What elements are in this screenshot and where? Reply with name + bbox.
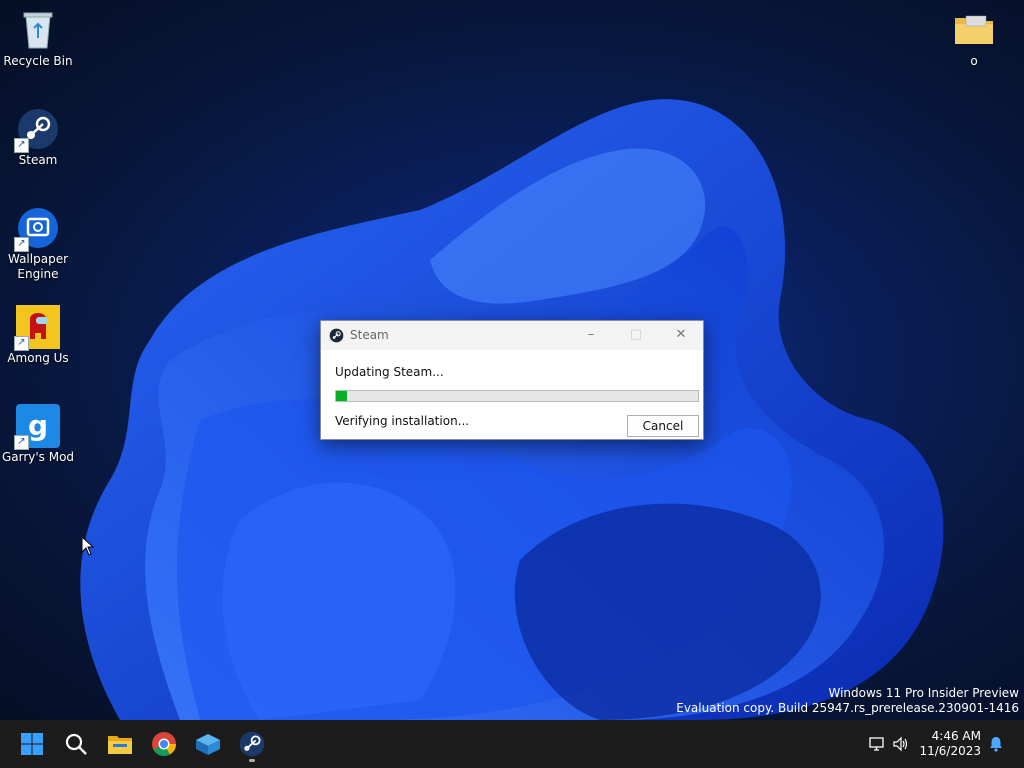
progress-bar — [335, 390, 699, 402]
desktop-icon-label: Recycle Bin — [3, 54, 73, 68]
desktop-icon-recycle-bin[interactable]: Recycle Bin — [0, 8, 76, 69]
steam-icon — [329, 328, 344, 347]
desktop-icon-label: Wallpaper Engine — [7, 252, 69, 281]
clock-time: 4:46 AM — [931, 729, 981, 743]
status-text: Updating Steam... — [335, 365, 444, 379]
minimize-button[interactable]: – — [568, 321, 614, 350]
file-explorer-button[interactable] — [104, 728, 136, 760]
search-button[interactable] — [60, 728, 92, 760]
desktop: Recycle Bin ↗ Steam ↗ Wallpaper Engine ↗… — [0, 0, 1024, 720]
detail-text: Verifying installation... — [335, 414, 470, 428]
desktop-icon-label: Garry's Mod — [1, 450, 75, 464]
progress-fill — [336, 391, 347, 401]
dialog-title: Steam — [350, 328, 389, 342]
virtualbox-icon — [196, 734, 220, 755]
mouse-cursor-icon — [81, 536, 95, 556]
steam-icon — [239, 731, 265, 757]
wallpaper-engine-icon: ↗ — [14, 206, 60, 252]
desktop-icon-steam[interactable]: ↗ Steam — [0, 107, 76, 168]
notification-bell-icon[interactable] — [987, 735, 1005, 757]
desktop-icon-among-us[interactable]: ↗ Among Us — [0, 305, 76, 366]
svg-text:g: g — [28, 409, 48, 442]
virtualbox-button[interactable] — [192, 728, 224, 760]
windows-watermark: Windows 11 Pro Insider Preview Evaluatio… — [676, 686, 1019, 716]
shortcut-arrow-icon: ↗ — [14, 435, 29, 450]
desktop-icon-folder-o[interactable]: o — [936, 8, 1012, 69]
start-icon — [21, 733, 43, 755]
maximize-button: □ — [629, 327, 643, 342]
desktop-icon-label: o — [970, 54, 978, 68]
running-indicator — [249, 759, 255, 762]
cancel-button[interactable]: Cancel — [627, 415, 699, 437]
shortcut-arrow-icon: ↗ — [14, 237, 29, 252]
desktop-icon-label: Among Us — [7, 351, 69, 365]
desktop-icon-garrys-mod[interactable]: g ↗ Garry's Mod — [0, 404, 76, 465]
network-icon[interactable] — [868, 735, 886, 757]
among-us-icon: ↗ — [14, 305, 60, 351]
start-button[interactable] — [16, 728, 48, 760]
search-icon — [65, 733, 87, 755]
volume-icon[interactable] — [892, 735, 910, 757]
taskbar: 4:46 AM 11/6/2023 — [0, 720, 1024, 768]
steam-icon: ↗ — [14, 107, 60, 153]
garrys-mod-icon: g ↗ — [14, 404, 60, 450]
watermark-line1: Windows 11 Pro Insider Preview — [828, 686, 1019, 700]
shortcut-arrow-icon: ↗ — [14, 336, 29, 351]
chrome-icon — [152, 732, 176, 757]
steam-taskbar-button[interactable] — [236, 728, 268, 762]
file-explorer-icon — [108, 736, 132, 754]
system-clock[interactable]: 4:46 AM 11/6/2023 — [919, 729, 981, 759]
shortcut-arrow-icon: ↗ — [14, 138, 29, 153]
dialog-titlebar[interactable]: Steam – □ ✕ — [321, 321, 703, 350]
steam-update-dialog: Steam – □ ✕ Updating Steam... Verifying … — [320, 320, 704, 440]
desktop-icon-wallpaper-engine[interactable]: ↗ Wallpaper Engine — [0, 206, 76, 282]
recycle-bin-icon — [16, 8, 60, 52]
folder-icon — [952, 8, 996, 52]
close-button[interactable]: ✕ — [658, 321, 704, 350]
clock-date: 11/6/2023 — [919, 744, 981, 758]
chrome-button[interactable] — [148, 728, 180, 760]
watermark-line2: Evaluation copy. Build 25947.rs_prerelea… — [676, 701, 1019, 715]
desktop-icon-label: Steam — [18, 153, 58, 167]
